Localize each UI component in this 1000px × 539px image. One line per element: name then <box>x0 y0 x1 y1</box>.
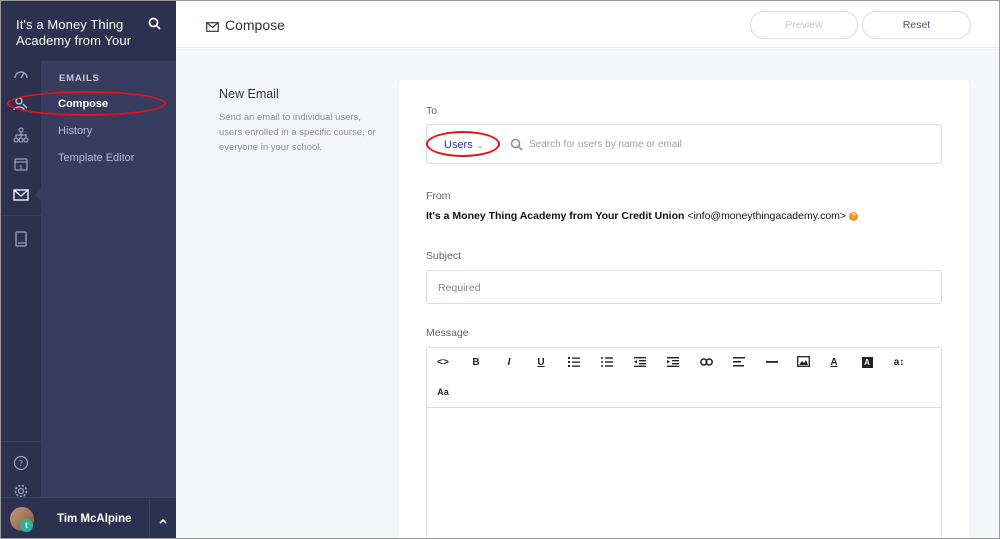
recipient-search-input[interactable] <box>529 134 929 154</box>
link-icon[interactable] <box>696 353 716 371</box>
dashboard-icon[interactable] <box>11 65 31 85</box>
annotation-highlight-users <box>426 131 500 157</box>
envelope-icon <box>206 19 219 32</box>
preview-button[interactable]: Preview <box>750 11 858 39</box>
search-icon[interactable] <box>148 17 162 31</box>
editor-toolbar: <> B I U A A a↕ Aa <box>427 348 941 408</box>
from-email: <info@moneythingacademy.com> <box>687 210 847 222</box>
sales-icon[interactable]: $ <box>11 154 31 174</box>
bullet-list-icon[interactable] <box>597 353 617 371</box>
app-frame: $ ? It's a Money Thing Academy from Your… <box>0 0 1000 539</box>
bold-button[interactable]: B <box>466 353 486 371</box>
brand-header: It's a Money Thing Academy from Your <box>1 1 176 61</box>
search-icon <box>510 138 523 151</box>
chevron-up-icon[interactable] <box>158 513 168 524</box>
book-icon[interactable] <box>11 229 31 249</box>
rail-divider <box>1 441 41 442</box>
page-title: Compose <box>225 17 285 33</box>
italic-button[interactable]: I <box>499 353 519 371</box>
from-name: It's a Money Thing Academy from Your Cre… <box>426 210 685 222</box>
sitemap-icon[interactable] <box>11 125 31 145</box>
avatar-badge: t <box>20 519 33 532</box>
active-section-caret <box>35 188 42 202</box>
section-title: New Email <box>219 87 279 101</box>
recipients-field[interactable]: Users ⌄ <box>426 124 942 164</box>
indent-icon[interactable] <box>663 353 683 371</box>
horizontal-rule-icon[interactable] <box>762 353 782 371</box>
subnav-item-history[interactable]: History <box>58 125 92 137</box>
help-icon[interactable]: ? <box>11 453 31 473</box>
main-content: New Email Send an email to individual us… <box>176 49 999 538</box>
underline-button[interactable]: U <box>531 353 551 371</box>
line-height-button[interactable]: a↕ <box>889 353 909 371</box>
annotation-highlight-compose <box>7 91 166 116</box>
emails-subnav: EMAILS Compose History Template Editor <box>41 61 176 497</box>
subnav-item-template-editor[interactable]: Template Editor <box>58 152 134 164</box>
page-header: Compose Preview Reset <box>176 1 999 48</box>
message-editor[interactable]: <> B I U A A a↕ Aa <box>426 347 942 538</box>
align-left-icon[interactable] <box>729 353 749 371</box>
message-label: Message <box>426 327 469 339</box>
school-name[interactable]: It's a Money Thing Academy from Your <box>16 17 141 49</box>
font-size-button[interactable]: Aa <box>433 383 453 401</box>
subject-field[interactable] <box>426 270 942 304</box>
section-description: Send an email to individual users, users… <box>219 112 376 153</box>
code-view-button[interactable]: <> <box>433 353 453 371</box>
user-footer[interactable]: t Tim McAlpine <box>1 497 176 538</box>
text-color-button[interactable]: A <box>824 353 844 371</box>
subject-input[interactable] <box>438 279 918 297</box>
help-icon[interactable]: ? <box>849 212 859 221</box>
subnav-section-title: EMAILS <box>59 73 100 84</box>
image-icon[interactable] <box>793 352 813 370</box>
reset-button[interactable]: Reset <box>862 11 971 39</box>
background-color-glyph: A <box>861 356 873 368</box>
from-label: From <box>426 190 451 202</box>
subject-label: Subject <box>426 250 462 262</box>
background-color-button[interactable]: A <box>857 353 877 371</box>
outdent-icon[interactable] <box>630 353 650 371</box>
rail-divider <box>1 215 41 216</box>
to-label: To <box>426 105 438 117</box>
icon-rail: $ ? <box>1 1 41 538</box>
from-value: It's a Money Thing Academy from Your Cre… <box>426 210 859 222</box>
user-name[interactable]: Tim McAlpine <box>57 513 132 525</box>
svg-text:?: ? <box>19 459 23 468</box>
email-icon[interactable] <box>11 185 31 205</box>
footer-divider <box>149 498 150 538</box>
svg-text:$: $ <box>19 165 22 171</box>
ordered-list-icon[interactable] <box>564 353 584 371</box>
